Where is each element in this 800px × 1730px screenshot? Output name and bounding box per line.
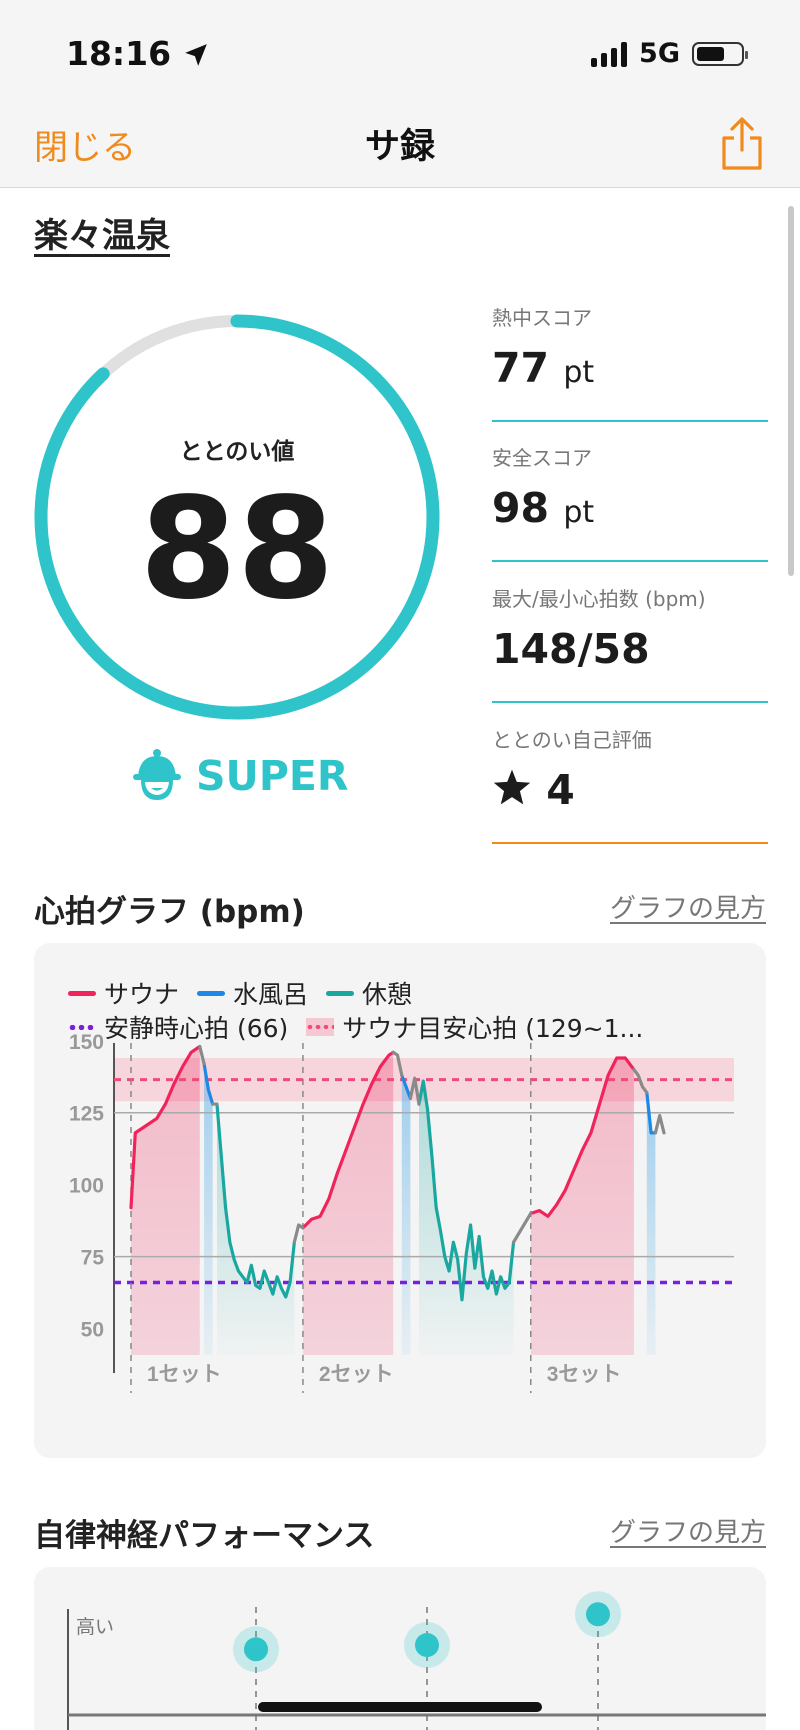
nav-title: サ録 [364, 127, 435, 167]
divider [492, 842, 768, 844]
autonomic-help-link[interactable]: グラフの見方 [610, 1512, 766, 1549]
rank-label: SUPER [196, 752, 349, 800]
area-サウナ [530, 1058, 634, 1355]
ans-point[interactable] [586, 1602, 610, 1627]
heat-score-label: 熱中スコア [492, 306, 592, 330]
share-icon[interactable] [718, 116, 766, 172]
autonomic-title: 自律神経パフォーマンス [34, 1518, 375, 1554]
facility-link[interactable]: 楽々温泉 [34, 208, 170, 257]
status-icons: 5G [591, 38, 748, 69]
y-tick-label: 125 [69, 1103, 104, 1126]
heat-score: 熱中スコア 77 pt [492, 302, 768, 422]
series-line-移動 [292, 1223, 305, 1244]
nav-bar: 閉じる サ録 [0, 100, 800, 188]
ans-point[interactable] [244, 1637, 268, 1662]
y-tick-label: 150 [69, 1031, 104, 1054]
totonoi-ring: ととのい値 88 [32, 312, 442, 722]
self-rating-label: ととのい自己評価 [492, 728, 652, 752]
heart-graph-title: 心拍グラフ (bpm) [34, 894, 305, 930]
battery-icon [692, 41, 748, 66]
heart-rate-range-label: 最大/最小心拍数 (bpm) [492, 587, 706, 611]
status-time: 18:16 [66, 34, 209, 73]
divider [492, 560, 768, 562]
safety-score-value: 98 pt [492, 484, 595, 532]
totonoi-label: ととのい値 [179, 439, 295, 465]
y-tick-label: 75 [81, 1247, 105, 1270]
rank-badge: SUPER [132, 748, 348, 804]
home-indicator [258, 1702, 542, 1712]
set-label: 2セット [319, 1363, 394, 1386]
status-time-text: 18:16 [66, 34, 172, 73]
series-line-移動 [653, 1113, 666, 1135]
area-休憩 [418, 1081, 514, 1355]
heat-score-value: 77 pt [492, 344, 595, 392]
location-arrow-icon [184, 44, 207, 66]
area-水風呂 [204, 1063, 213, 1355]
y-tick-label: 50 [81, 1319, 104, 1342]
network-label: 5G [639, 38, 680, 69]
heart-rate-range-value: 148/58 [492, 625, 650, 673]
self-rating-value: 4 [492, 766, 575, 814]
divider [492, 701, 768, 703]
ans-point[interactable] [415, 1633, 439, 1658]
area-水風呂 [401, 1075, 411, 1355]
totonoi-value: 88 [139, 468, 335, 631]
heart-graph-card: サウナ 水風呂 休憩 安静時心拍 (66) サウナ目安心拍 (129~1... … [34, 943, 766, 1458]
set-label: 1セット [147, 1363, 222, 1386]
safety-score-label: 安全スコア [492, 446, 592, 470]
status-bar: 18:16 5G [0, 0, 800, 100]
safety-score: 安全スコア 98 pt [492, 442, 768, 562]
heart-rate-range: 最大/最小心拍数 (bpm) 148/58 [492, 583, 768, 703]
autonomic-ylabel: 高い [76, 1616, 114, 1638]
sauna-hat-mascot-icon [133, 749, 181, 800]
self-rating[interactable]: ととのい自己評価 4 [492, 724, 768, 844]
series-line-移動 [511, 1211, 533, 1244]
heart-rate-chart: 150 125 100 75 50 1セット 2セット 3セット [69, 1031, 734, 1393]
heart-graph-help-link[interactable]: グラフの見方 [610, 888, 766, 925]
divider [492, 420, 768, 422]
set-label: 3セット [547, 1363, 622, 1386]
signal-icon [591, 41, 628, 67]
scroll-indicator[interactable] [788, 206, 794, 576]
star-icon [493, 769, 531, 805]
y-tick-label: 100 [69, 1175, 104, 1198]
